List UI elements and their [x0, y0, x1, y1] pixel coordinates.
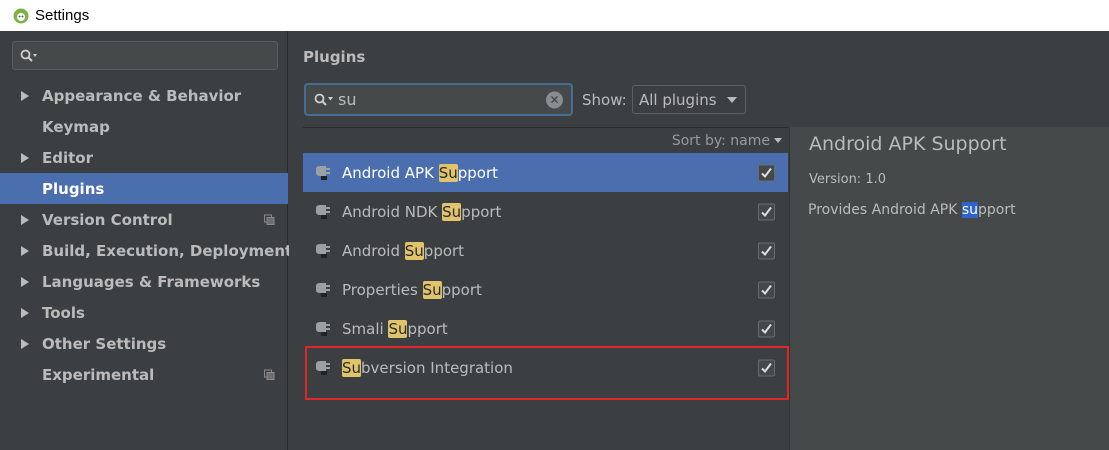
expand-arrow-icon[interactable] — [21, 152, 29, 163]
plugin-name: Subversion Integration — [342, 358, 513, 377]
plugin-name: Properties Support — [342, 280, 482, 299]
search-icon — [20, 49, 37, 62]
window-title: Settings — [35, 7, 90, 24]
search-value: su — [338, 90, 357, 109]
plugins-panel: Plugins su × Show: All plugins Sort by: … — [289, 31, 1109, 450]
sidebar-item-label: Tools — [42, 303, 85, 322]
plugin-name: Android NDK Support — [342, 202, 502, 221]
plugin-icon — [316, 204, 330, 219]
plugin-name: Smali Support — [342, 319, 448, 338]
sort-label: Sort by: name — [671, 132, 770, 149]
sidebar-item-languages-frameworks[interactable]: Languages & Frameworks — [0, 266, 288, 297]
plugin-icon — [316, 282, 330, 297]
expand-arrow-icon[interactable] — [21, 307, 29, 318]
sidebar-item-editor[interactable]: Editor — [0, 142, 288, 173]
settings-nav: Appearance & Behavior Keymap Editor Plug… — [0, 80, 292, 390]
expand-arrow-icon[interactable] — [21, 90, 29, 101]
project-settings-icon — [264, 369, 275, 380]
sidebar-item-label: Other Settings — [42, 334, 167, 353]
plugin-search-input[interactable]: su × — [304, 83, 573, 116]
sidebar-search-input[interactable] — [12, 41, 278, 70]
sort-by-dropdown[interactable]: Sort by: name — [303, 128, 788, 153]
sidebar-item-appearance-behavior[interactable]: Appearance & Behavior — [0, 80, 288, 111]
show-filter-select[interactable]: All plugins — [632, 85, 746, 114]
sidebar-item-label: Editor — [42, 148, 93, 167]
plugin-row[interactable]: Smali Support — [303, 309, 788, 348]
page-title: Plugins — [303, 48, 366, 66]
expand-arrow-icon[interactable] — [21, 338, 29, 349]
expand-arrow-icon[interactable] — [21, 245, 29, 256]
plugin-detail-pane: Android APK Support Version: 1.0 Provide… — [789, 127, 1109, 450]
sidebar-item-label: Plugins — [42, 179, 105, 198]
plugin-name: Android Support — [342, 241, 465, 260]
sidebar-item-label: Experimental — [42, 365, 155, 384]
search-icon — [314, 93, 333, 106]
project-settings-icon — [264, 214, 275, 225]
sidebar-item-tools[interactable]: Tools — [0, 297, 288, 328]
sidebar-item-build-execution-deployment[interactable]: Build, Execution, Deployment — [0, 235, 292, 266]
plugin-enabled-checkbox[interactable] — [758, 320, 775, 337]
plugin-enabled-checkbox[interactable] — [758, 164, 775, 181]
sidebar-item-other-settings[interactable]: Other Settings — [0, 328, 288, 359]
plugin-icon — [316, 321, 330, 336]
expand-arrow-icon[interactable] — [21, 214, 29, 225]
chevron-down-icon — [774, 138, 782, 143]
check-icon — [761, 284, 772, 295]
clear-icon[interactable]: × — [546, 91, 563, 108]
plugin-enabled-checkbox[interactable] — [758, 203, 775, 220]
show-filter-value: All plugins — [639, 90, 717, 109]
check-icon — [761, 167, 772, 178]
sidebar-item-label: Keymap — [42, 117, 110, 136]
plugin-row[interactable]: Android APK Support — [303, 153, 788, 192]
plugin-row[interactable]: Properties Support — [303, 270, 788, 309]
sidebar-item-label: Build, Execution, Deployment — [42, 241, 293, 260]
check-icon — [761, 362, 772, 373]
expand-arrow-icon[interactable] — [21, 276, 29, 287]
show-label: Show: — [582, 91, 627, 109]
sidebar-item-label: Languages & Frameworks — [42, 272, 261, 291]
sidebar-item-plugins[interactable]: Plugins — [0, 173, 288, 204]
plugin-version: Version: 1.0 — [809, 172, 886, 187]
title-bar: Settings — [0, 0, 1109, 31]
check-icon — [761, 323, 772, 334]
plugin-enabled-checkbox[interactable] — [758, 281, 775, 298]
sidebar-item-experimental[interactable]: Experimental — [0, 359, 288, 390]
plugin-icon — [316, 243, 330, 258]
check-icon — [761, 206, 772, 217]
plugin-row[interactable]: Android Support — [303, 231, 788, 270]
settings-sidebar: Appearance & Behavior Keymap Editor Plug… — [0, 31, 292, 450]
plugin-enabled-checkbox[interactable] — [758, 242, 775, 259]
plugin-description: Provides Android APK support — [808, 202, 1016, 218]
plugin-icon — [316, 360, 330, 375]
check-icon — [761, 245, 772, 256]
sidebar-item-version-control[interactable]: Version Control — [0, 204, 288, 235]
plugin-detail-title: Android APK Support — [809, 133, 1007, 155]
android-studio-icon — [13, 8, 29, 23]
chevron-down-icon — [727, 97, 737, 103]
plugin-name: Android APK Support — [342, 163, 498, 182]
sidebar-item-label: Version Control — [42, 210, 173, 229]
plugin-row[interactable]: Subversion Integration — [303, 348, 788, 387]
plugin-icon — [316, 165, 330, 180]
sidebar-item-keymap[interactable]: Keymap — [0, 111, 288, 142]
sidebar-item-label: Appearance & Behavior — [42, 86, 242, 105]
plugin-enabled-checkbox[interactable] — [758, 359, 775, 376]
plugin-row[interactable]: Android NDK Support — [303, 192, 788, 231]
plugin-list: Sort by: name Android APK Support Androi… — [303, 127, 789, 450]
